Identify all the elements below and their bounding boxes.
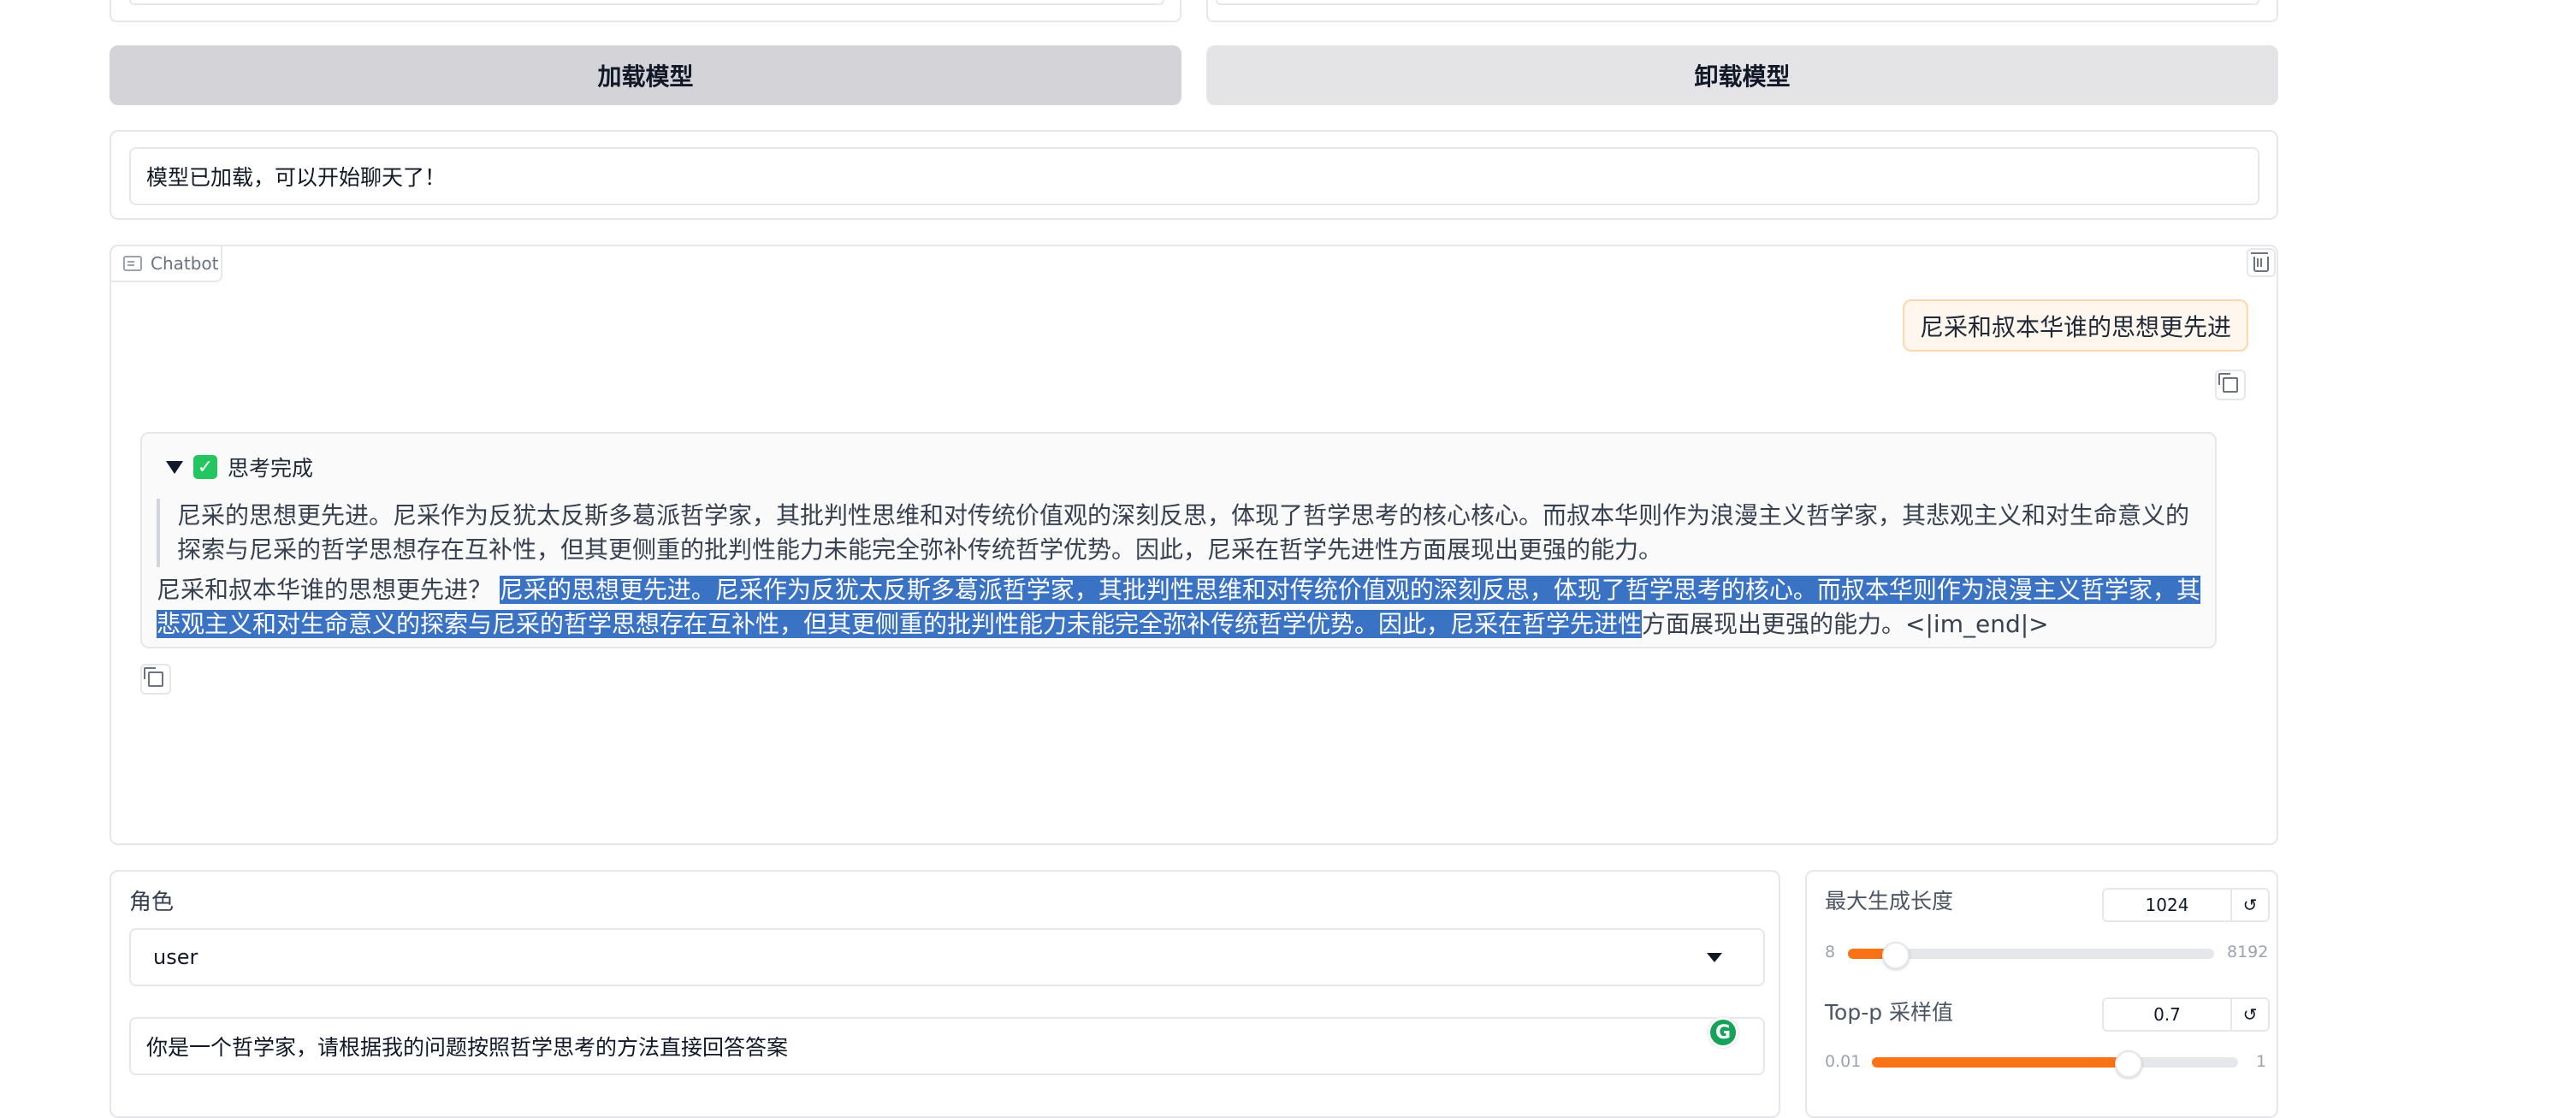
clear-chat-button[interactable] bbox=[2247, 248, 2276, 277]
chatbot-label: Chatbot bbox=[111, 246, 222, 282]
copy-icon bbox=[2218, 373, 2238, 393]
role-label: 角色 bbox=[129, 890, 175, 915]
chevron-down-icon bbox=[1707, 952, 1722, 962]
unload-model-button[interactable]: 卸载模型 bbox=[1206, 45, 2278, 105]
top-p-input[interactable]: 0.7 bbox=[2104, 999, 2232, 1030]
copy-icon bbox=[144, 667, 163, 687]
user-message-text: 尼采和叔本华谁的思想更先进 bbox=[1919, 312, 2231, 341]
thinking-title: 思考完成 bbox=[228, 456, 314, 481]
chat-icon bbox=[123, 256, 142, 271]
reset-icon[interactable]: ↺ bbox=[2232, 999, 2268, 1030]
top-p-min: 0.01 bbox=[1825, 1052, 1862, 1071]
top-input-stub bbox=[129, 0, 1164, 5]
system-prompt-input[interactable]: 你是一个哲学家，请根据我的问题按照哲学思考的方法直接回答答案 bbox=[129, 1017, 1765, 1075]
system-prompt-text: 你是一个哲学家，请根据我的问题按照哲学思考的方法直接回答答案 bbox=[146, 1035, 789, 1060]
answer-suffix: 方面展现出更强的能力。<|im_end|> bbox=[1642, 610, 2049, 638]
trash-icon bbox=[2251, 252, 2269, 272]
thinking-toggle[interactable]: ✓ 思考完成 bbox=[166, 451, 313, 483]
reset-icon[interactable]: ↺ bbox=[2232, 890, 2268, 920]
triangle-down-icon bbox=[166, 460, 183, 474]
role-dropdown[interactable]: user bbox=[129, 928, 1765, 986]
max-length-slider[interactable] bbox=[1848, 942, 2214, 969]
copy-user-message-button[interactable] bbox=[2215, 370, 2246, 400]
top-p-slider[interactable] bbox=[1872, 1050, 2238, 1078]
copy-bot-message-button[interactable] bbox=[140, 664, 171, 695]
answer-selected-text: 悲观主义和对生命意义的探索与尼采的哲学思想存在互补性，但其更侧重的批判性能力未能… bbox=[157, 610, 1643, 638]
thinking-line: 探索与尼采的哲学思想存在互补性，但其更侧重的批判性能力未能完全弥补传统哲学优势。… bbox=[177, 535, 1663, 564]
load-model-button[interactable]: 加载模型 bbox=[110, 45, 1181, 105]
role-value: user bbox=[153, 945, 198, 969]
top-input-stub-right bbox=[1216, 0, 2259, 5]
top-p-max: 1 bbox=[2256, 1052, 2267, 1071]
top-p-number: 0.7 ↺ bbox=[2102, 997, 2270, 1032]
answer-selected-text: 尼采的思想更先进。尼采作为反犹太反斯多葛派哲学家，其批判性思维和对传统价值观的深… bbox=[499, 576, 2200, 604]
answer-text: 尼采和叔本华谁的思想更先进？ 尼采的思想更先进。尼采作为反犹太反斯多葛派哲学家，… bbox=[157, 573, 2210, 642]
chatbot-label-text: Chatbot bbox=[151, 253, 219, 274]
max-length-max: 8192 bbox=[2227, 943, 2269, 961]
max-length-input[interactable]: 1024 bbox=[2104, 890, 2232, 920]
grammarly-icon[interactable]: G bbox=[1708, 1017, 1738, 1048]
top-p-label: Top-p 采样值 bbox=[1825, 1000, 1954, 1025]
answer-prefix: 尼采和叔本华谁的思想更先进？ bbox=[157, 576, 500, 604]
thinking-content: 尼采的思想更先进。尼采作为反犹太反斯多葛派哲学家，其批判性思维和对传统价值观的深… bbox=[157, 499, 2201, 567]
max-length-min: 8 bbox=[1825, 943, 1836, 961]
top-p-slider-fill bbox=[1872, 1057, 2128, 1068]
max-length-number: 1024 ↺ bbox=[2102, 888, 2270, 922]
role-panel bbox=[110, 870, 1780, 1118]
max-length-label: 最大生成长度 bbox=[1825, 889, 1954, 914]
status-textbox[interactable]: 模型已加载，可以开始聊天了！ bbox=[129, 147, 2259, 205]
thinking-line: 尼采的思想更先进。尼采作为反犹太反斯多葛派哲学家，其批判性思维和对传统价值观的深… bbox=[177, 501, 2190, 529]
check-mark-icon: ✓ bbox=[193, 455, 217, 479]
user-message: 尼采和叔本华谁的思想更先进 bbox=[1902, 299, 2248, 352]
